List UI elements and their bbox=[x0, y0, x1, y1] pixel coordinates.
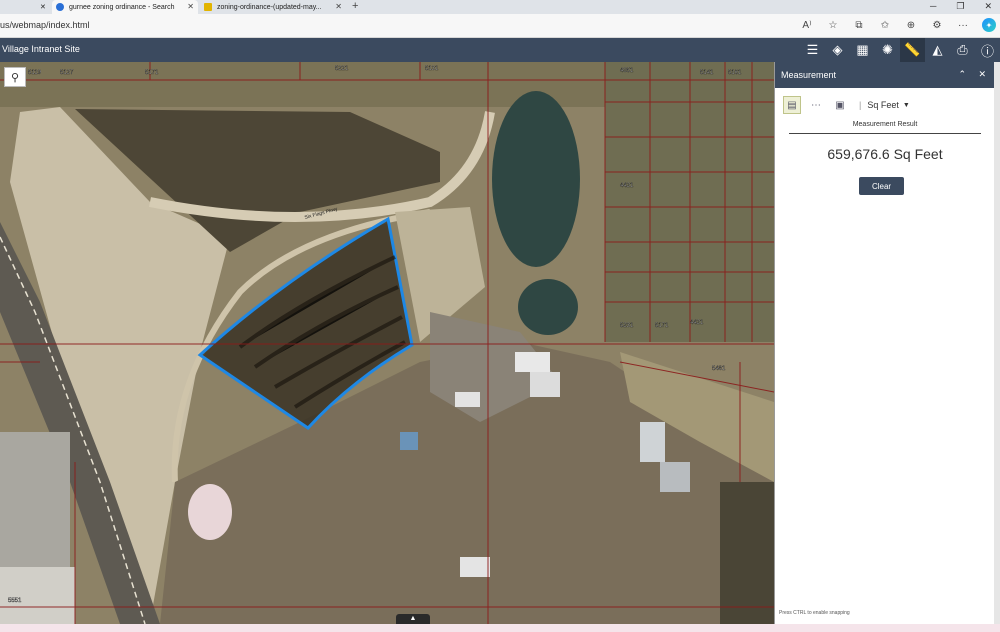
unit-separator: | bbox=[859, 100, 862, 110]
about-icon[interactable]: ⓘ bbox=[975, 38, 1000, 62]
snap-hint: Press CTRL to enable snapping bbox=[779, 610, 850, 616]
area-tool-icon[interactable]: ▤ bbox=[783, 96, 801, 114]
new-tab-button[interactable]: + bbox=[352, 0, 358, 12]
parcel-label: 5127 bbox=[60, 70, 74, 76]
app-header: Village Intranet Site ☰ ◈ ▦ ✺ 📏 ◭ ⎙ ⓘ bbox=[0, 38, 1000, 62]
panel-title: Measurement bbox=[781, 70, 837, 80]
aerial-map: 5119 5127 5171 5221 5131 4051 5141 5161 … bbox=[0, 62, 774, 624]
parcel-label: 5171 bbox=[145, 70, 159, 76]
browser-tab-bar: ✕ gurnee zoning ordinance - Search ✕ zon… bbox=[0, 0, 1000, 14]
app-title: Village Intranet Site bbox=[2, 44, 80, 54]
bottom-panel-handle[interactable]: ▲ bbox=[396, 614, 430, 624]
more-icon[interactable]: ··· bbox=[956, 18, 970, 32]
unit-select[interactable]: | Sq Feet ▼ bbox=[859, 100, 910, 110]
tab-gurnee-search[interactable]: gurnee zoning ordinance - Search ✕ bbox=[52, 0, 198, 14]
extensions-icon[interactable]: ⚙ bbox=[930, 18, 944, 32]
panel-header: Measurement ⌃ ✕ bbox=[775, 62, 994, 88]
measurement-icon[interactable]: 📏 bbox=[900, 38, 925, 62]
taskbar-strip bbox=[0, 624, 1000, 632]
parcel-label: 4051 bbox=[620, 68, 634, 74]
browser-toolbar: A⁾ ☆ ⧉ ✩ ⊕ ⚙ ··· ✦ bbox=[800, 18, 996, 32]
parcel-label: 5161 bbox=[728, 70, 742, 76]
map-view[interactable]: 5119 5127 5171 5221 5131 4051 5141 5161 … bbox=[0, 62, 774, 624]
close-icon[interactable]: ✕ bbox=[187, 2, 194, 11]
tab-title: zoning-ordinance-(updated-may... bbox=[217, 3, 322, 11]
split-screen-icon[interactable]: ⧉ bbox=[852, 18, 866, 32]
print-preview-icon[interactable]: ◭ bbox=[925, 38, 950, 62]
parcel-label: 4421 bbox=[690, 320, 704, 326]
close-icon[interactable]: ✕ bbox=[335, 2, 342, 11]
parcel-label: 5231 bbox=[620, 323, 634, 329]
restore-icon[interactable]: ❐ bbox=[956, 0, 964, 12]
parcel-label: 5171 bbox=[655, 323, 669, 329]
favorites-icon[interactable]: ✩ bbox=[878, 18, 892, 32]
close-icon[interactable]: ✕ bbox=[978, 69, 986, 80]
tab-close-left[interactable]: ✕ bbox=[36, 0, 46, 14]
widget-toolbar: ☰ ◈ ▦ ✺ 📏 ◭ ⎙ ⓘ bbox=[800, 38, 1000, 62]
favorite-star-icon[interactable]: ☆ bbox=[826, 18, 840, 32]
read-aloud-icon[interactable]: A⁾ bbox=[800, 18, 814, 32]
url-field[interactable]: us/webmap/index.html bbox=[0, 20, 90, 30]
search-favicon-icon bbox=[56, 3, 64, 11]
layers-icon[interactable]: ◈ bbox=[825, 38, 850, 62]
layer-list-icon[interactable]: ☰ bbox=[800, 38, 825, 62]
search-icon: ⚲ bbox=[10, 71, 20, 84]
window-controls: ─ ❐ ✕ bbox=[930, 0, 992, 12]
print-icon[interactable]: ⎙ bbox=[950, 38, 975, 62]
clear-button[interactable]: Clear bbox=[859, 177, 904, 195]
parcel-label: 4421 bbox=[620, 183, 634, 189]
legend-icon[interactable]: ✺ bbox=[875, 38, 900, 62]
close-icon[interactable]: ✕ bbox=[40, 3, 46, 11]
right-edge bbox=[994, 62, 1000, 624]
location-tool-icon[interactable]: ▣ bbox=[831, 96, 849, 114]
basemap-gallery-icon[interactable]: ▦ bbox=[850, 38, 875, 62]
parcel-label: 5481 bbox=[712, 366, 726, 372]
parcel-label: 5141 bbox=[700, 70, 714, 76]
copilot-icon[interactable]: ✦ bbox=[982, 18, 996, 32]
unit-label: Sq Feet bbox=[867, 100, 899, 110]
tab-zoning-ordinance[interactable]: zoning-ordinance-(updated-may... ✕ bbox=[200, 0, 346, 14]
measurement-panel: Measurement ⌃ ✕ ▤ ⋯ ▣ | Sq Feet ▼ Measur… bbox=[774, 62, 994, 624]
measurement-tools: ▤ ⋯ ▣ | Sq Feet ▼ bbox=[783, 96, 910, 114]
parcel-label: 5119 bbox=[28, 70, 42, 76]
chevron-up-icon: ▲ bbox=[409, 615, 417, 622]
distance-tool-icon[interactable]: ⋯ bbox=[807, 96, 825, 114]
parcel-label: 5131 bbox=[425, 66, 439, 72]
chevron-down-icon: ▼ bbox=[902, 101, 910, 109]
result-value: 659,676.6 Sq Feet bbox=[827, 146, 943, 162]
result-heading: Measurement Result bbox=[789, 121, 981, 134]
minimize-icon[interactable]: ─ bbox=[930, 0, 936, 12]
collapse-icon[interactable]: ⌃ bbox=[958, 69, 966, 80]
map-search-button[interactable]: ⚲ bbox=[4, 67, 26, 87]
parcel-label: 5221 bbox=[335, 66, 349, 72]
window-close-icon[interactable]: ✕ bbox=[984, 0, 992, 12]
collections-icon[interactable]: ⊕ bbox=[904, 18, 918, 32]
document-favicon-icon bbox=[204, 3, 212, 11]
parcel-label: 5551 bbox=[8, 598, 22, 604]
address-bar: us/webmap/index.html A⁾ ☆ ⧉ ✩ ⊕ ⚙ ··· ✦ bbox=[0, 14, 1000, 38]
tab-title: gurnee zoning ordinance - Search bbox=[69, 3, 175, 11]
